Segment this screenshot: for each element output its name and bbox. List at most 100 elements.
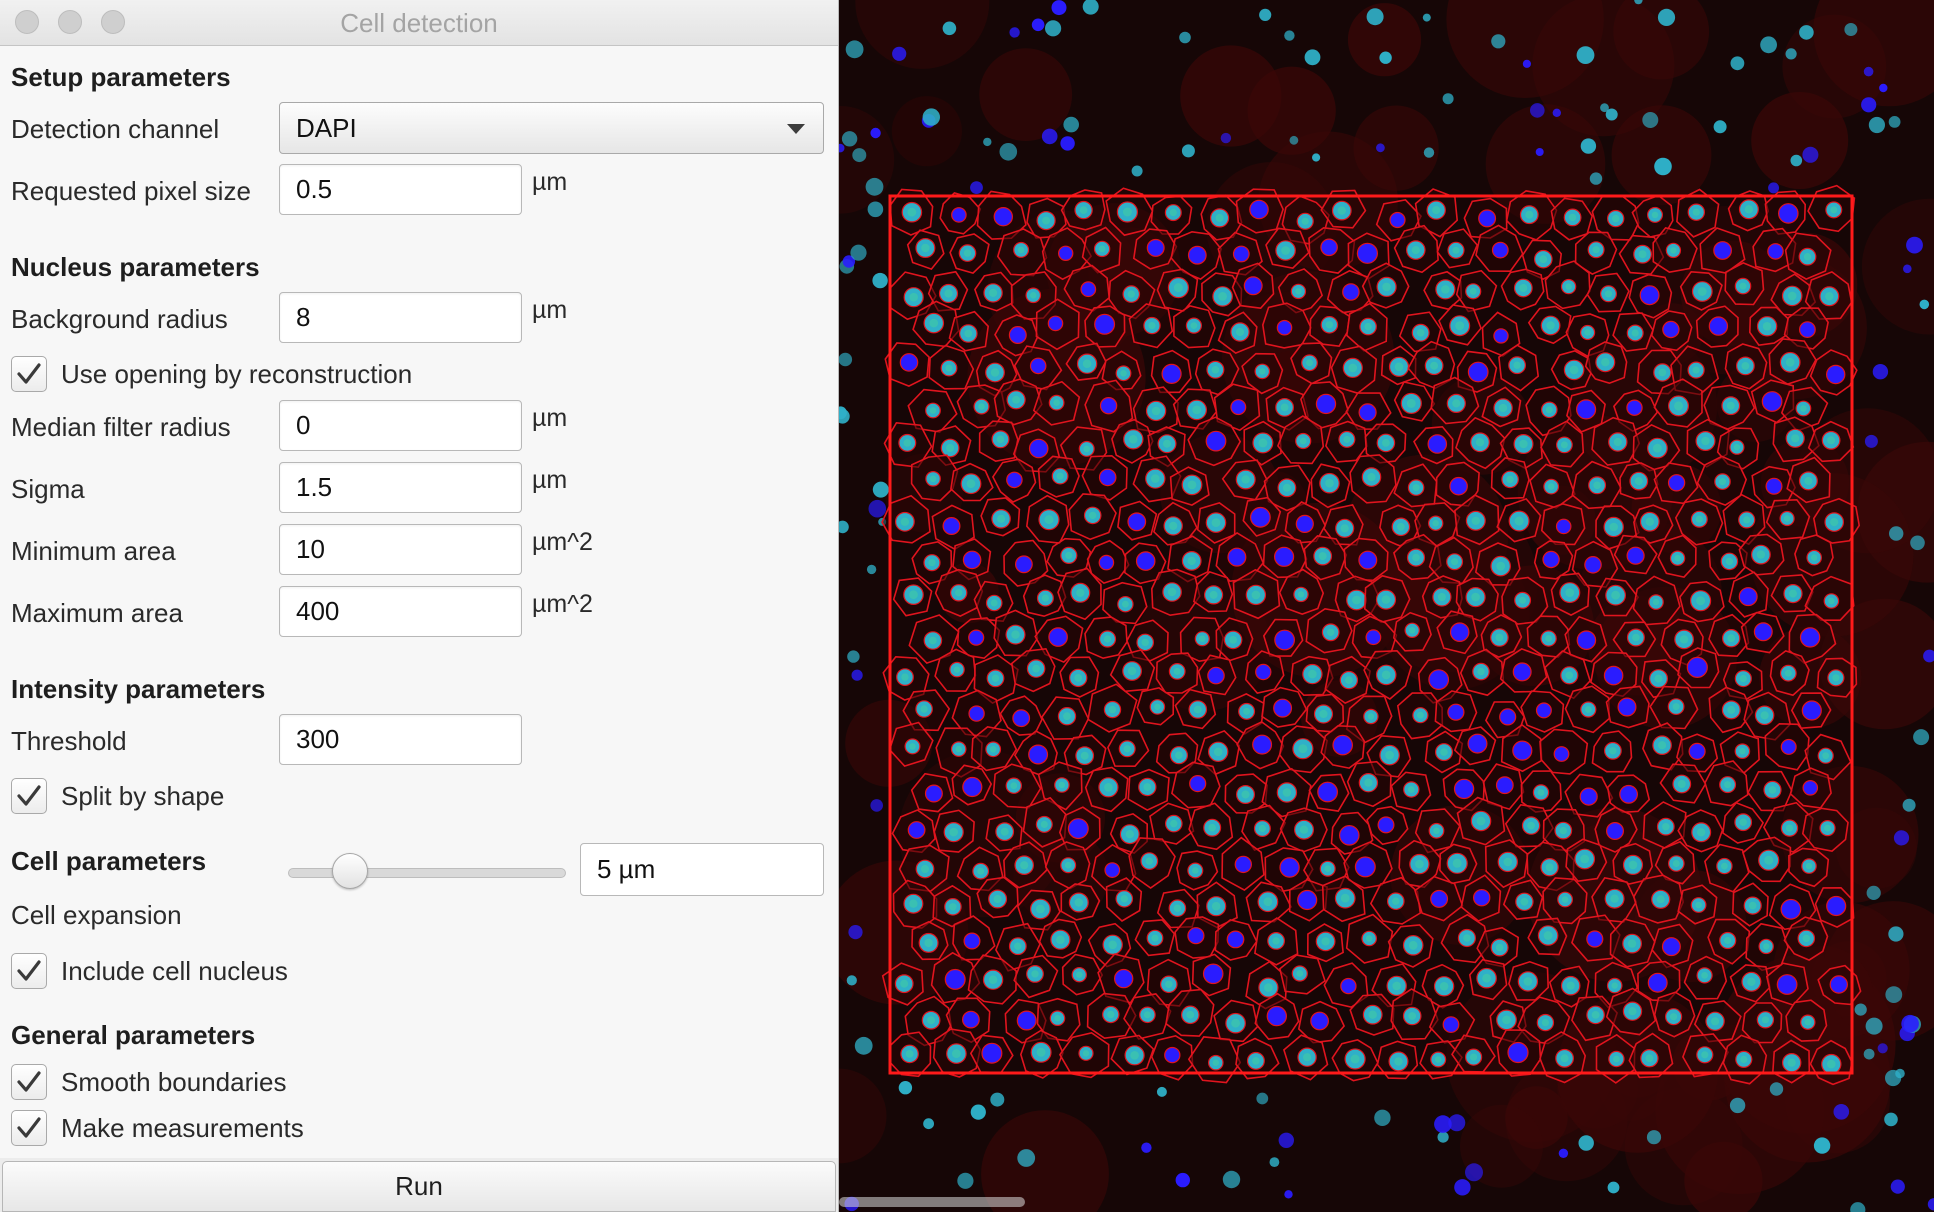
nucleus (1080, 281, 1097, 298)
nucleus-core (1089, 511, 1097, 520)
nucleus-core (1321, 937, 1330, 946)
nucleus (1338, 824, 1360, 846)
nucleus-core (909, 899, 918, 908)
nucleus-core (1672, 703, 1680, 711)
sigma-label: Sigma (11, 474, 85, 504)
nucleus (1297, 889, 1318, 911)
nucleus-core (1627, 939, 1637, 948)
nucleus (1626, 399, 1643, 416)
general-parameters-heading: General parameters (11, 1020, 256, 1050)
nucleus (1006, 471, 1023, 489)
nucleus (1686, 656, 1708, 679)
tissue-blotch (979, 48, 1073, 141)
nucleus-core (1471, 592, 1480, 602)
nucleus-core (1211, 366, 1220, 374)
checkbox-box[interactable] (11, 1064, 47, 1100)
cell-expansion-input[interactable]: 5 µm (580, 843, 824, 896)
cell-expansion-slider-thumb[interactable] (331, 853, 368, 889)
nucleus (865, 177, 884, 196)
nucleus (1760, 36, 1777, 54)
nucleus (1428, 669, 1450, 690)
nucleus-core (1701, 436, 1710, 446)
nucleus (1580, 138, 1597, 154)
detection-channel-select[interactable]: DAPI (279, 102, 824, 154)
nucleus-core (1496, 561, 1506, 571)
background-radius-input[interactable]: 8 (279, 292, 522, 343)
cell-expansion-slider-track[interactable] (288, 868, 566, 878)
opening-by-reconstruction-checkbox[interactable]: Use opening by reconstruction (11, 354, 412, 394)
nucleus (1579, 787, 1598, 806)
minimum-area-input[interactable]: 10 (279, 524, 522, 575)
nucleus-core (1409, 627, 1416, 634)
detected-cell (1785, 999, 1828, 1042)
nucleus (1863, 1048, 1875, 1060)
nucleus (1893, 830, 1910, 846)
nucleus-core (1762, 322, 1772, 331)
nucleus-core (1747, 977, 1756, 986)
nucleus-core (1076, 588, 1085, 597)
nucleus-core (1213, 747, 1223, 757)
nucleus-core (1406, 398, 1416, 408)
nucleus (1127, 512, 1147, 532)
sigma-input[interactable]: 1.5 (279, 462, 522, 513)
nucleus (870, 127, 881, 139)
pixel-size-input[interactable]: 0.5 (279, 164, 522, 215)
checkbox-box[interactable] (11, 356, 47, 392)
nucleus-core (1830, 518, 1839, 527)
nucleus-core (991, 674, 1000, 682)
nucleus (845, 40, 864, 59)
nucleus-core (1041, 594, 1049, 602)
median-filter-radius-input[interactable]: 0 (279, 400, 522, 451)
split-by-shape-checkbox[interactable]: Split by shape (11, 776, 224, 816)
run-button[interactable]: Run (2, 1161, 836, 1212)
nucleus-core (1098, 245, 1106, 253)
nucleus-core (1791, 434, 1800, 443)
nucleus (1919, 299, 1930, 310)
horizontal-scrollbar[interactable] (839, 1197, 1025, 1207)
nucleus-core (1741, 362, 1750, 370)
nucleus-core (1031, 970, 1039, 978)
nucleus-core (1519, 596, 1527, 604)
nucleus-core (1432, 520, 1439, 527)
nucleus (1048, 627, 1068, 647)
nucleus-core (1079, 206, 1088, 215)
maximum-area-input[interactable]: 400 (279, 586, 522, 637)
nucleus-core (929, 636, 937, 645)
detected-cell (1084, 616, 1128, 660)
nucleus (1478, 209, 1497, 228)
nucleus-core (1495, 633, 1504, 642)
nucleus-core (1469, 287, 1477, 295)
nucleus (924, 784, 943, 803)
nucleus (1181, 144, 1195, 158)
threshold-input[interactable]: 300 (279, 714, 522, 765)
title-bar[interactable]: Cell detection (0, 0, 838, 46)
checkbox-box[interactable] (11, 778, 47, 814)
nucleus-core (1030, 292, 1037, 299)
nucleus (1063, 116, 1079, 133)
nucleus (1104, 862, 1121, 878)
split-by-shape-label: Split by shape (61, 780, 225, 811)
nucleus (1427, 434, 1448, 454)
nucleus-core (946, 444, 955, 452)
nucleus-core (1748, 901, 1757, 910)
nucleus (1014, 555, 1033, 574)
image-viewer[interactable] (839, 0, 1934, 1212)
nucleus (1442, 1016, 1460, 1033)
checkbox-box[interactable] (11, 1110, 47, 1146)
smooth-boundaries-checkbox[interactable]: Smooth boundaries (11, 1062, 286, 1102)
nucleus-core (1611, 590, 1620, 600)
nucleus (1437, 1131, 1449, 1143)
nucleus-core (1169, 521, 1178, 531)
nucleus (1276, 319, 1293, 336)
nucleus-core (1787, 291, 1797, 301)
checkbox-box[interactable] (11, 953, 47, 989)
nucleus-core (1727, 705, 1736, 714)
make-measurements-checkbox[interactable]: Make measurements (11, 1108, 304, 1148)
include-cell-nucleus-checkbox[interactable]: Include cell nucleus (11, 951, 288, 991)
nucleus-core (966, 479, 976, 489)
nucleus-core (1211, 901, 1221, 911)
nucleus (1340, 977, 1357, 995)
nucleus-core (1568, 213, 1577, 222)
nucleus (1423, 147, 1435, 158)
nucleus (1785, 48, 1797, 60)
